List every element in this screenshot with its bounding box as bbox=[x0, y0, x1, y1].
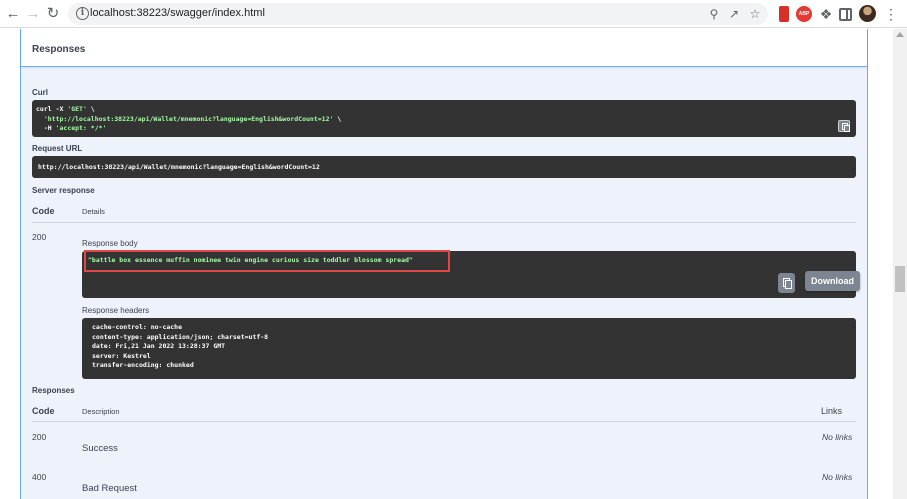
forward-arrow-icon[interactable]: → bbox=[24, 5, 42, 23]
server-response-label: Server response bbox=[32, 186, 95, 195]
responses-table-label: Responses bbox=[32, 386, 75, 395]
side-panel-icon[interactable] bbox=[839, 8, 852, 21]
operation-panel: Responses Curl curl -X 'GET' \ 'http://l… bbox=[20, 29, 868, 499]
download-button[interactable]: Download bbox=[805, 271, 860, 291]
response-links: No links bbox=[822, 472, 853, 482]
curl-code-block[interactable]: curl -X 'GET' \ 'http://localhost:38223/… bbox=[32, 100, 856, 137]
response-code-400: 400 bbox=[32, 472, 47, 482]
response-body-label: Response body bbox=[82, 239, 138, 248]
response-description: Success bbox=[82, 443, 118, 454]
response-header-line: server: Kestrel bbox=[92, 351, 151, 360]
back-arrow-icon[interactable]: ← bbox=[4, 5, 22, 23]
responses-code-header: Code bbox=[32, 406, 55, 416]
curl-line-1: curl -X 'GET' \ bbox=[36, 105, 95, 113]
response-header-line: cache-control: no-cache bbox=[92, 323, 183, 331]
request-url-label: Request URL bbox=[32, 144, 83, 153]
details-header: Details bbox=[82, 207, 105, 216]
server-code-header: Code bbox=[32, 206, 55, 216]
response-header-line: transfer-encoding: chunked bbox=[92, 361, 194, 369]
reload-icon[interactable]: ↻ bbox=[44, 5, 62, 23]
curl-label: Curl bbox=[32, 88, 48, 97]
response-headers-label: Response headers bbox=[82, 306, 150, 315]
info-icon[interactable]: i bbox=[76, 7, 89, 20]
server-response-code: 200 bbox=[32, 232, 47, 242]
response-links: No links bbox=[822, 432, 853, 442]
curl-line-3: -H 'accept: */*' bbox=[36, 124, 107, 132]
share-icon[interactable]: ↗ bbox=[726, 6, 742, 22]
scroll-up-arrow-icon[interactable] bbox=[896, 32, 904, 37]
links-header: Links bbox=[821, 406, 843, 416]
bookmark-star-icon[interactable]: ☆ bbox=[747, 6, 763, 22]
bookmark-extension-icon[interactable] bbox=[779, 6, 789, 22]
curl-line-2: 'http://localhost:38223/api/Wallet/mnemo… bbox=[36, 114, 342, 123]
browser-menu-icon[interactable]: ⋮ bbox=[884, 5, 898, 23]
swagger-page: Responses Curl curl -X 'GET' \ 'http://l… bbox=[0, 29, 893, 499]
description-header: Description bbox=[82, 407, 120, 416]
copy-response-icon[interactable] bbox=[778, 273, 795, 293]
adblock-plus-icon[interactable]: ABP bbox=[796, 6, 812, 22]
response-description: Bad Request bbox=[82, 483, 137, 494]
request-url-block[interactable]: http://localhost:38223/api/Wallet/mnemon… bbox=[32, 156, 856, 178]
responses-section-header: Responses bbox=[21, 29, 867, 67]
response-code-200: 200 bbox=[32, 432, 47, 442]
highlight-box bbox=[84, 250, 450, 272]
response-headers-block[interactable]: cache-control: no-cache content-type: app… bbox=[82, 318, 856, 379]
copy-curl-icon[interactable] bbox=[838, 120, 850, 132]
scrollbar-thumb[interactable] bbox=[895, 266, 905, 292]
address-bar[interactable]: i localhost:38223/swagger/index.html ⚲ ↗… bbox=[68, 3, 768, 25]
profile-avatar[interactable] bbox=[859, 5, 876, 22]
zoom-icon[interactable]: ⚲ bbox=[706, 6, 722, 22]
browser-toolbar: ← → ↻ i localhost:38223/swagger/index.ht… bbox=[0, 0, 907, 28]
page-scrollbar[interactable] bbox=[893, 29, 907, 499]
extensions-puzzle-icon[interactable]: ❖ bbox=[818, 6, 834, 22]
responses-header-title: Responses bbox=[32, 44, 86, 55]
table-divider bbox=[32, 421, 856, 422]
response-header-line: date: Fri,21 Jan 2022 13:28:37 GMT bbox=[92, 342, 226, 350]
response-header-line: content-type: application/json; charset=… bbox=[92, 332, 269, 341]
table-divider bbox=[32, 222, 856, 223]
url-text: localhost:38223/swagger/index.html bbox=[90, 7, 265, 19]
